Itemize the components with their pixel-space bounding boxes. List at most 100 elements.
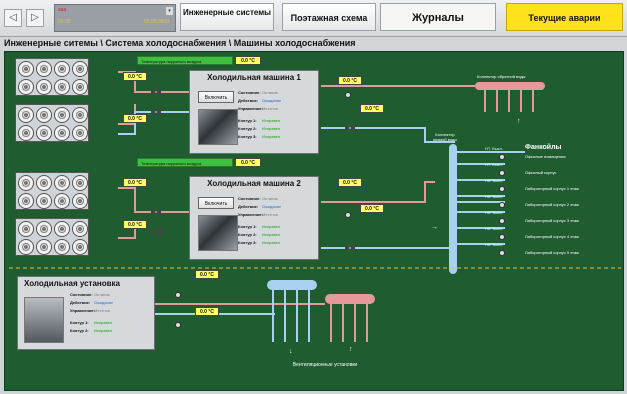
fan-icon [54,61,70,77]
fan-icon [54,193,70,209]
fancoil-status[interactable]: НТ. Выкл. [485,146,503,151]
fan-icon [72,61,88,77]
temp-sensor: 0.0 °С [338,76,362,85]
fan-icon [72,107,88,123]
outdoor-temp-label-1: Температура наружного воздуха [137,56,233,65]
temp-sensor: 0.0 °С [195,270,219,279]
chiller-2-panel[interactable]: Холодильная машина 2 Включить Состояние:… [189,176,319,260]
arrow-up-icon: ↑ [349,346,353,353]
pressure-gauge-icon [175,292,181,298]
scada-window: ◁ ▷ ааа 00:00 00.00.0000 ▾ Инженерные си… [0,0,627,394]
fancoil-valve-icon[interactable] [499,154,505,160]
fan-icon [18,61,34,77]
fan-icon [36,61,52,77]
valve-icon[interactable] [151,208,161,216]
dry-cooler-2b[interactable] [15,218,89,256]
pressure-gauge-icon [175,322,181,328]
tab-floor-plan[interactable]: Поэтажная схема [282,3,376,31]
fan-icon [72,79,88,95]
tab-current-alarms[interactable]: Текущие аварии [506,3,623,31]
arrow-left-icon[interactable]: ◁ [4,9,22,27]
arrow-right-icon[interactable]: ▷ [26,9,44,27]
fancoil-valve-icon[interactable] [499,202,505,208]
valve-icon[interactable] [151,228,161,236]
fan-icon [36,239,52,255]
temp-sensor: 0.0 °С [360,104,384,113]
valve-icon[interactable] [151,88,161,96]
vent-units-label: Вентиляционные установки [292,362,358,368]
fancoil-valve-icon[interactable] [499,170,505,176]
unit-image [24,297,64,343]
fan-icon [18,107,34,123]
fan-icon [54,125,70,141]
valve-icon[interactable] [345,124,355,132]
fancoils-title: Фанкойлы [525,144,562,151]
alarm-ticker[interactable]: ааа 00:00 00.00.0000 ▾ [54,4,176,32]
chevron-down-icon[interactable]: ▾ [166,7,173,15]
fancoil-status[interactable]: НК. Выкл. [485,242,503,247]
fan-icon [36,79,52,95]
temp-sensor: 0.0 °С [195,307,219,316]
fan-icon [36,107,52,123]
alarm-ticker-date: 00.00.0000 [143,19,169,25]
chiller-unit-panel[interactable]: Холодильная установка Состояние: Останов … [17,276,155,350]
chiller-2-start-button[interactable]: Включить [198,197,234,209]
fancoil-status[interactable]: НК. Выкл. [485,210,503,215]
fancoil-name: Офисный корпус [525,170,557,175]
fan-icon [36,125,52,141]
fancoil-status[interactable]: НК. Выкл. [485,194,503,199]
fancoil-status[interactable]: НК. Выкл. [485,226,503,231]
fan-icon [72,239,88,255]
fancoil-name: Лабораторный корпус 3 этаж [525,218,579,223]
arrow-up-icon: ↑ [517,118,521,125]
fancoil-valve-icon[interactable] [499,186,505,192]
chiller-image [198,215,238,251]
pressure-gauge-icon [345,212,351,218]
top-toolbar: ◁ ▷ ааа 00:00 00.00.0000 ▾ Инженерные си… [0,0,627,37]
alarm-ticker-time: 00:00 [58,19,71,25]
fancoil-name: Лабораторный корпус 4 этаж [525,234,579,239]
fancoil-name: Лабораторный корпус 1 этаж [525,186,579,191]
fan-icon [18,221,34,237]
tab-engineering[interactable]: Инженерные системы [180,3,274,31]
fan-icon [54,79,70,95]
temp-sensor: 0.0 °С [123,72,147,81]
fan-icon [72,175,88,191]
valve-icon[interactable] [151,108,161,116]
fancoil-status[interactable]: НТ. Выкл. [485,162,503,167]
dry-cooler-2a[interactable] [15,172,89,210]
arrow-right-icon: → [431,224,438,231]
temp-sensor: 0.0 °С [123,178,147,187]
fan-icon [36,175,52,191]
valve-icon[interactable] [345,244,355,252]
fancoil-valve-icon[interactable] [499,218,505,224]
fan-icon [18,239,34,255]
fancoil-name: Офисные помещения [525,154,566,159]
alarm-ticker-text: ааа [58,7,67,13]
fan-icon [36,221,52,237]
return-collector-label: Коллектор обратной воды [477,74,526,79]
outdoor-temp-label-2: Температура наружного воздуха [137,158,233,167]
chiller-1-title: Холодильная машина 1 [207,73,301,82]
fancoil-status[interactable]: НК. Выкл. [485,178,503,183]
fancoil-valve-icon[interactable] [499,250,505,256]
dry-cooler-1b[interactable] [15,104,89,142]
fancoil-valve-icon[interactable] [499,234,505,240]
fan-icon [18,193,34,209]
fan-icon [54,107,70,123]
arrow-down-icon: ↓ [289,348,293,355]
chiller-image [198,109,238,145]
chiller-1-start-button[interactable]: Включить [198,91,234,103]
fan-icon [36,193,52,209]
chiller-1-panel[interactable]: Холодильная машина 1 Включить Состояние:… [189,70,319,154]
temp-sensor: 0.0 °С [360,204,384,213]
fan-icon [72,125,88,141]
fan-icon [18,175,34,191]
outdoor-temp-1: 0.0 °С [235,56,261,65]
fan-icon [72,193,88,209]
tab-journals[interactable]: Журналы [380,3,496,31]
fan-icon [54,175,70,191]
fan-icon [18,79,34,95]
outdoor-temp-2: 0.0 °С [235,158,261,167]
dry-cooler-1a[interactable] [15,58,89,96]
